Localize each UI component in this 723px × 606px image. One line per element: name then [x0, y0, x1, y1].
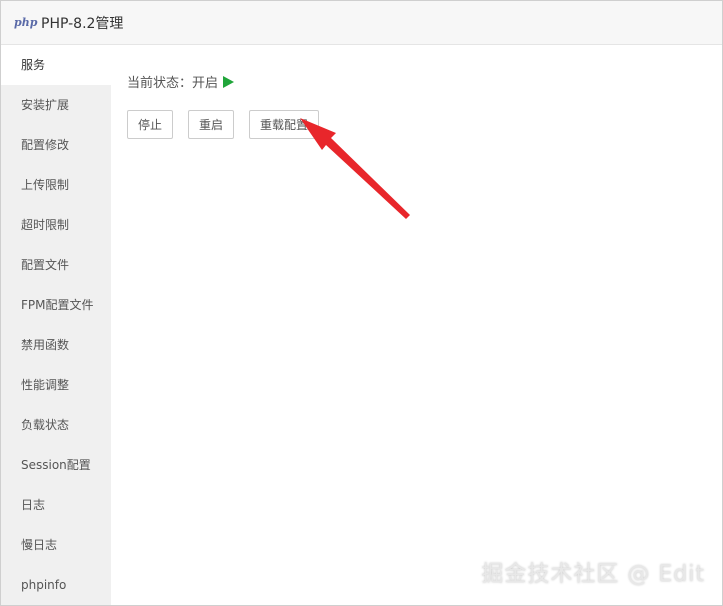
sidebar-item-install-extension[interactable]: 安装扩展 — [1, 85, 111, 125]
sidebar-item-upload-limit[interactable]: 上传限制 — [1, 165, 111, 205]
restart-button[interactable]: 重启 — [188, 110, 234, 139]
sidebar-item-config-edit[interactable]: 配置修改 — [1, 125, 111, 165]
stop-button[interactable]: 停止 — [127, 110, 173, 139]
status-line: 当前状态：开启 — [127, 72, 235, 91]
sidebar-item-log[interactable]: 日志 — [1, 485, 111, 525]
status-label: 当前状态： — [127, 76, 193, 91]
sidebar-item-session-config[interactable]: Session配置 — [1, 445, 111, 485]
reload-config-button[interactable]: 重载配置 — [249, 110, 319, 139]
sidebar-item-performance-tuning[interactable]: 性能调整 — [1, 365, 111, 405]
sidebar-item-config-file[interactable]: 配置文件 — [1, 245, 111, 285]
sidebar: 服务 安装扩展 配置修改 上传限制 超时限制 配置文件 FPM配置文件 禁用函数… — [1, 45, 111, 605]
sidebar-item-phpinfo[interactable]: phpinfo — [1, 565, 111, 605]
title-bar: php PHP-8.2管理 — [1, 1, 722, 45]
sidebar-item-slow-log[interactable]: 慢日志 — [1, 525, 111, 565]
sidebar-item-load-status[interactable]: 负载状态 — [1, 405, 111, 445]
sidebar-item-service[interactable]: 服务 — [1, 45, 111, 85]
sidebar-item-disabled-functions[interactable]: 禁用函数 — [1, 325, 111, 365]
running-play-icon — [223, 76, 235, 88]
sidebar-item-fpm-config-file[interactable]: FPM配置文件 — [1, 285, 111, 325]
watermark: 掘金技术社区 @ Edit — [481, 562, 705, 587]
php-logo-icon: php — [14, 16, 38, 29]
status-value: 开启 — [192, 76, 219, 91]
window-title: PHP-8.2管理 — [41, 16, 124, 32]
service-panel: 当前状态：开启 停止 重启 重载配置 — [111, 45, 722, 605]
php-manager-window: php PHP-8.2管理 服务 安装扩展 配置修改 上传限制 超时限制 配置文… — [0, 0, 723, 606]
sidebar-item-timeout-limit[interactable]: 超时限制 — [1, 205, 111, 245]
